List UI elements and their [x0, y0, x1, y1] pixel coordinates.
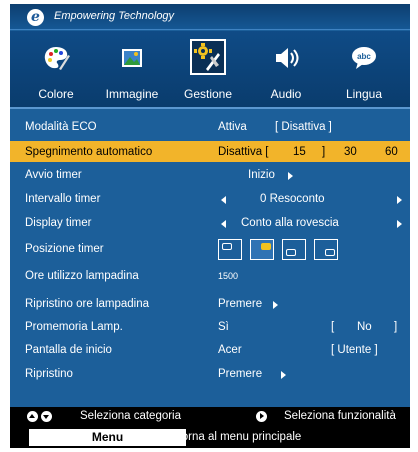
select-function-hint: Seleziona funzionalità	[284, 410, 396, 422]
arrow-right-icon[interactable]	[281, 371, 286, 379]
footer-menu-hint: Menu Torna al menu principale	[10, 426, 410, 448]
osd-header: e Empowering Technology	[10, 4, 410, 30]
arrow-left-icon[interactable]	[221, 220, 226, 228]
menu-row-auto-shutdown[interactable]: Spegnimento automatico Disattiva [ 15 ] …	[10, 141, 410, 162]
tab-label: Gestione	[183, 87, 233, 101]
timer-position-bottom-right[interactable]	[314, 239, 338, 260]
down-button-icon	[41, 411, 52, 422]
speaker-icon	[271, 43, 301, 73]
menu-row-lamp-reminder[interactable]: Promemoria Lamp. Sì [ No ]	[10, 317, 410, 337]
acer-e-logo: e	[27, 9, 44, 26]
tab-colore[interactable]: Colore	[16, 31, 96, 109]
bracket-close: ]	[394, 321, 398, 333]
menu-row-reset[interactable]: Ripristino Premere	[10, 364, 410, 384]
timer-position-top-right[interactable]	[250, 239, 274, 260]
image-icon	[117, 43, 147, 73]
menu-row-timer-display[interactable]: Display timer Conto alla rovescia	[10, 213, 410, 233]
menu-label: Pantalla de inicio	[25, 344, 112, 356]
option-disattiva[interactable]: Disattiva [	[218, 146, 269, 158]
menu-key-description: Torna al menu principale	[176, 431, 302, 443]
menu-label: Ripristino	[25, 368, 73, 380]
option-utente[interactable]: [ Utente ]	[331, 344, 378, 356]
timer-interval-value: 0 Resoconto	[260, 193, 325, 205]
tagline: Empowering Technology	[54, 10, 175, 22]
right-button-icon	[256, 411, 267, 422]
menu-label: Ore utilizzo lampadina	[25, 270, 139, 282]
menu-label: Modalità ECO	[25, 121, 97, 133]
timer-display-value: Conto alla rovescia	[241, 217, 339, 229]
svg-text:abc: abc	[357, 52, 371, 61]
menu-label: Promemoria Lamp.	[25, 321, 123, 333]
timer-position-top-left[interactable]	[218, 239, 242, 260]
menu-label: Ripristino ore lampadina	[25, 298, 150, 310]
arrow-right-icon[interactable]	[273, 301, 278, 309]
tab-label: Audio	[270, 87, 302, 101]
arrow-right-icon[interactable]	[397, 196, 402, 204]
arrow-left-icon[interactable]	[221, 196, 226, 204]
lamp-reset-value: Premere	[218, 298, 263, 310]
footer-hints: Seleziona categoria Seleziona funzionali…	[10, 407, 410, 426]
menu-label: Display timer	[25, 217, 92, 229]
menu-label: Spegnimento automatico	[25, 146, 153, 158]
option-disattiva[interactable]: [ Disattiva ]	[275, 121, 332, 133]
position-marker	[325, 249, 335, 256]
bracket-open: [	[331, 321, 335, 333]
up-button-icon	[27, 411, 38, 422]
option-60[interactable]: 60	[385, 146, 398, 158]
option-no[interactable]: No	[357, 321, 372, 333]
menu-row-timer-interval[interactable]: Intervallo timer 0 Resoconto	[10, 189, 410, 209]
reset-value: Premere	[218, 368, 263, 380]
position-marker	[261, 243, 271, 250]
lamp-hours-value: 1500	[218, 271, 239, 281]
option-attiva[interactable]: Attiva	[218, 121, 247, 133]
menu-label: Posizione timer	[25, 243, 104, 255]
menu-label: Avvio timer	[25, 169, 82, 181]
menu-row-timer-start[interactable]: Avvio timer Inizio	[10, 165, 410, 185]
option-si[interactable]: Sì	[218, 321, 229, 333]
menu-row-startup-screen[interactable]: Pantalla de inicio Acer [ Utente ]	[10, 340, 410, 360]
tab-lingua[interactable]: abc Lingua	[324, 31, 404, 109]
arrow-right-icon[interactable]	[397, 220, 402, 228]
tab-label: Immagine	[105, 87, 159, 101]
tab-audio[interactable]: Audio	[246, 31, 326, 109]
arrow-right-icon[interactable]	[288, 172, 293, 180]
menu-row-eco-mode[interactable]: Modalità ECO Attiva [ Disattiva ]	[10, 117, 410, 137]
category-tabs: Colore Immagine Gestione Audio abc Lingu…	[10, 31, 410, 109]
menu-key[interactable]: Menu	[29, 429, 186, 446]
tab-label: Lingua	[345, 87, 383, 101]
menu-row-lamp-reset[interactable]: Ripristino ore lampadina Premere	[10, 294, 410, 314]
projector-osd-menu: e Empowering Technology Colore Immagine …	[10, 4, 410, 448]
tab-gestione[interactable]: Gestione	[168, 31, 248, 109]
menu-label: Intervallo timer	[25, 193, 101, 205]
position-marker	[286, 249, 296, 256]
menu-row-lamp-hours: Ore utilizzo lampadina 1500	[10, 266, 410, 286]
management-tools-icon	[190, 39, 226, 75]
option-acer[interactable]: Acer	[218, 344, 242, 356]
option-30[interactable]: 30	[344, 146, 357, 158]
timer-start-value: Inizio	[248, 169, 275, 181]
position-marker	[222, 243, 232, 250]
bracket-close: ]	[322, 146, 326, 158]
timer-position-bottom-left[interactable]	[282, 239, 306, 260]
language-abc-icon: abc	[349, 43, 379, 73]
select-category-hint: Seleziona categoria	[80, 410, 182, 422]
option-15[interactable]: 15	[293, 146, 306, 158]
tab-immagine[interactable]: Immagine	[92, 31, 172, 109]
color-palette-icon	[41, 43, 71, 73]
tab-label: Colore	[38, 87, 74, 101]
menu-row-timer-position[interactable]: Posizione timer	[10, 239, 410, 259]
